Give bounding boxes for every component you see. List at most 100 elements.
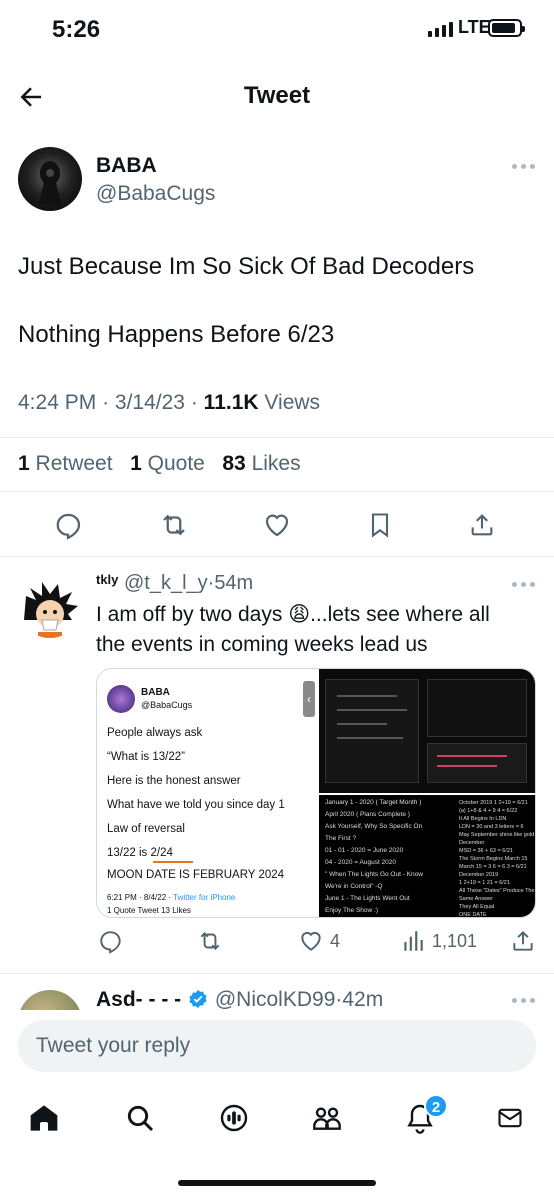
views-icon[interactable] (400, 928, 426, 954)
dark-panel-line: Enjoy The Show :) (325, 907, 378, 914)
reply-likes-count: 4 (330, 931, 341, 951)
dark-panel-line: It All Begins In LDN (459, 816, 507, 822)
reply-media-grid[interactable]: BABA @BabaCugs People always ask “What i… (96, 668, 536, 918)
tweet-text-line: Nothing Happens Before 6/23 (18, 321, 335, 348)
page-title: Tweet (243, 82, 311, 109)
more-options-icon[interactable] (512, 998, 535, 1003)
dark-panel-line: All These "Dates" Produce The (459, 888, 535, 894)
dark-panel-line: Ask Yourself, Why So Specific On (325, 823, 423, 830)
dark-screenshot-top[interactable] (319, 669, 535, 793)
dark-panel-line: ONE DATE (459, 912, 487, 918)
divider (0, 437, 554, 438)
share-icon[interactable] (510, 928, 536, 954)
reply-header: tkly @t_k_l_y·54m (96, 572, 254, 594)
quotes-stat[interactable]: 1 Quote (130, 452, 205, 475)
dark-screenshot-bottom[interactable]: January 1 - 2020 ( Target Month ) April 2… (319, 795, 536, 918)
tweet-text-line: Just Because Im So Sick Of Bad Decoders (18, 253, 475, 280)
top-nav: Tweet (0, 70, 554, 126)
spaces-icon[interactable] (218, 1102, 250, 1134)
dark-panel-line: 04 - 2020 = August 2020 (325, 859, 397, 866)
quotes-label: Quote (147, 452, 205, 475)
share-icon[interactable] (468, 510, 496, 540)
author-handle[interactable]: @BabaCugs (96, 182, 215, 206)
dark-panel-line: April 2020 ( Plans Complete ) (325, 811, 410, 818)
reply-views-count: 1,101 (432, 931, 478, 951)
dark-panel-line: May September shine like gold on (459, 832, 536, 838)
embed-line: Here is the honest answer (107, 775, 241, 787)
dark-panel-line: They All Equal (459, 904, 495, 910)
embed-stats: 1 Quote Tweet 13 Likes (107, 906, 191, 915)
dark-panel-line: The Storm Begins March 15 (459, 856, 528, 862)
reply-text-line: the events in coming weeks lead us (96, 633, 428, 656)
embed-line: “What is 13/22” (107, 751, 185, 763)
reply-time: 54m (214, 572, 254, 594)
reply-author-handle[interactable]: @t_k_l_y (124, 572, 208, 594)
dark-panel-line: 1 2+19 = 1 21 = 6/21 (459, 880, 510, 886)
dark-panel-line: October 2019 1 2+19 = 6/21 (459, 800, 528, 806)
more-options-icon[interactable] (512, 164, 535, 169)
divider (0, 491, 554, 492)
embed-name: BABA (141, 687, 170, 698)
reply-author-name[interactable]: tkly (96, 572, 118, 587)
reply2-author-name[interactable]: Asd- - - - (96, 988, 181, 1011)
dark-panel-line: MSD = 36 + 63 = 6/21 (459, 848, 513, 854)
dark-panel-line: January 1 - 2020 ( Target Month ) (325, 799, 422, 806)
reply2-header: Asd- - - - @NicolKD99·42m (96, 988, 384, 1011)
embed-handle: @BabaCugs (141, 700, 193, 710)
engagement-stats: 1 Retweet 1 Quote 83 Likes (18, 452, 301, 476)
dark-panel-line: December (459, 840, 485, 846)
embedded-tweet-image[interactable]: BABA @BabaCugs People always ask “What i… (97, 669, 315, 917)
reply-input-placeholder: Tweet your reply (36, 1034, 191, 1057)
retweets-stat[interactable]: 1 Retweet (18, 452, 113, 475)
dark-panel-line: Same Answer (459, 896, 493, 902)
battery-icon (488, 19, 525, 37)
dark-panel-line: The First ? (325, 835, 357, 842)
dark-panel-column: October 2019 1 2+19 = 6/21 (a) 1+8 & 4 + … (459, 799, 536, 918)
dark-panel-line: March 15 = 3 6 = 6 3 = 6/21 (459, 864, 527, 870)
dark-panel-line: LDN = 30 and 3 letters = 6 (459, 824, 524, 830)
communities-icon[interactable] (310, 1102, 344, 1134)
more-options-icon[interactable] (512, 582, 535, 587)
dark-panel-column: January 1 - 2020 ( Target Month ) April 2… (325, 797, 449, 917)
views-label: Views (264, 391, 321, 414)
search-icon[interactable] (124, 1102, 156, 1134)
dark-panel-line: 01 - 01 - 2020 = June 2020 (325, 847, 404, 854)
separator: · (190, 391, 198, 414)
views-count: 11.1K (203, 391, 259, 414)
retweet-icon[interactable] (196, 928, 224, 954)
embed-line: Law of reversal (107, 823, 185, 835)
divider (0, 556, 554, 557)
status-time: 5:26 (52, 16, 101, 43)
divider (0, 973, 554, 974)
quotes-count: 1 (130, 452, 142, 475)
like-icon[interactable] (262, 510, 292, 540)
author-name[interactable]: BABA (96, 154, 157, 178)
chevron-left-icon[interactable]: ‹ (303, 681, 315, 717)
reply2-time: 42m (342, 988, 384, 1011)
verified-badge-icon (189, 989, 207, 1009)
retweets-count: 1 (18, 452, 30, 475)
embed-footer-source: Twitter for iPhone (173, 893, 236, 902)
likes-stat[interactable]: 83 Likes (222, 452, 300, 475)
author-avatar[interactable] (18, 147, 82, 211)
likes-label: Likes (251, 452, 301, 475)
tweet-date: 3/14/23 (114, 391, 185, 414)
reply-avatar[interactable] (18, 574, 82, 638)
reply2-author-handle[interactable]: @NicolKD99 (215, 988, 336, 1011)
signal-icon (428, 22, 453, 37)
reply-icon[interactable] (98, 928, 124, 954)
embed-footer: 6:21 PM · 8/4/22 · Twitter for iPhone (107, 893, 235, 902)
reply-input[interactable]: Tweet your reply (18, 1020, 536, 1072)
messages-icon[interactable] (494, 1104, 526, 1132)
home-icon[interactable] (28, 1102, 60, 1134)
dark-panel-line: " When The Lights Go Out - Know (325, 871, 423, 878)
home-indicator (178, 1180, 376, 1186)
dark-panel-line: We're in Control" -Q (325, 883, 383, 890)
like-icon[interactable] (298, 928, 324, 954)
dark-panel-line: June 1 - The Lights Went Out (325, 895, 410, 902)
bookmark-icon[interactable] (366, 510, 394, 540)
embed-avatar (107, 685, 135, 713)
reply-icon[interactable] (54, 510, 84, 540)
tweet-time: 4:24 PM (18, 391, 97, 414)
retweet-icon[interactable] (158, 510, 190, 540)
